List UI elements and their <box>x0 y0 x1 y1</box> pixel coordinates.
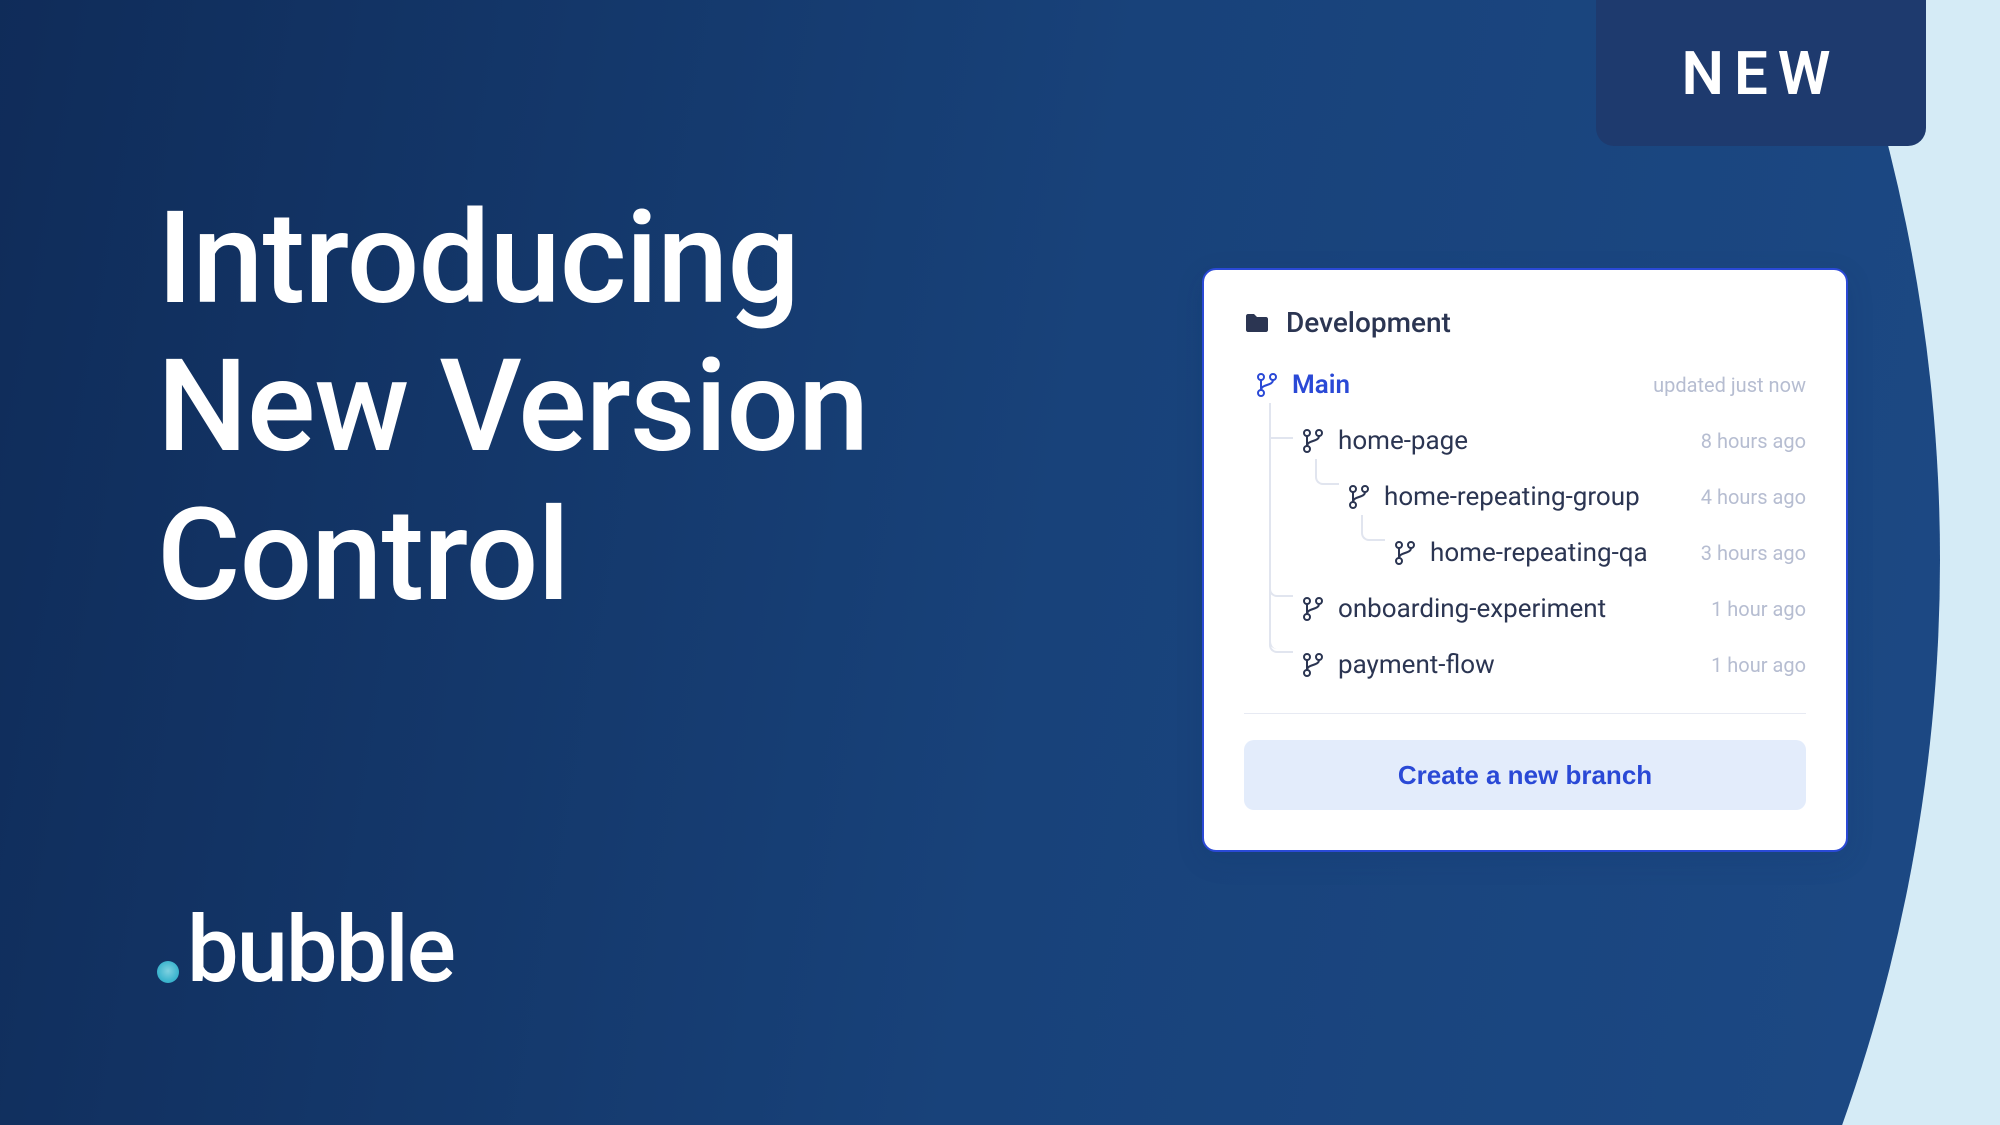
panel-header: Development <box>1244 306 1806 339</box>
brand-logo: bubble <box>157 905 454 997</box>
brand-name: bubble <box>187 905 454 997</box>
branch-icon <box>1302 652 1324 678</box>
divider <box>1244 713 1806 714</box>
branch-icon <box>1256 372 1278 398</box>
branch-name: payment-flow <box>1338 650 1495 680</box>
branch-icon <box>1302 596 1324 622</box>
branch-row-main[interactable]: Main updated just now <box>1244 357 1806 413</box>
branch-name: home-repeating-group <box>1384 482 1640 512</box>
branch-name: home-page <box>1338 426 1468 456</box>
branch-name: home-repeating-qa <box>1430 538 1648 568</box>
branch-row[interactable]: payment-flow 1 hour ago <box>1244 637 1806 693</box>
headline-line-3: Control <box>157 482 868 630</box>
new-badge-text: NEW <box>1682 38 1841 109</box>
headline: Introducing New Version Control <box>157 185 868 630</box>
create-branch-button[interactable]: Create a new branch <box>1244 740 1806 810</box>
headline-line-1: Introducing <box>157 185 868 333</box>
branch-name: Main <box>1292 370 1350 400</box>
version-control-panel: Development Main updated just now <box>1202 268 1848 852</box>
tree-connector <box>1269 403 1293 649</box>
tree-connector <box>1361 515 1385 541</box>
branch-name: onboarding-experiment <box>1338 594 1606 624</box>
branch-row[interactable]: home-repeating-qa 3 hours ago <box>1244 525 1806 581</box>
new-badge: NEW <box>1596 0 1926 146</box>
branch-icon <box>1302 428 1324 454</box>
promo-stage: Introducing New Version Control bubble N… <box>0 0 2000 1125</box>
branch-timestamp: 1 hour ago <box>1711 597 1806 621</box>
branch-timestamp: 8 hours ago <box>1701 429 1806 453</box>
create-branch-label: Create a new branch <box>1398 760 1652 790</box>
branch-timestamp: 4 hours ago <box>1701 485 1806 509</box>
branch-tree: Main updated just now home-page 8 hours … <box>1244 357 1806 693</box>
branch-timestamp: updated just now <box>1653 373 1806 397</box>
branch-row[interactable]: onboarding-experiment 1 hour ago <box>1244 581 1806 637</box>
branch-icon <box>1348 484 1370 510</box>
logo-dot-icon <box>157 961 179 983</box>
branch-timestamp: 1 hour ago <box>1711 653 1806 677</box>
headline-line-2: New Version <box>157 333 868 481</box>
tree-connector <box>1269 571 1293 597</box>
panel-heading: Development <box>1286 306 1451 339</box>
branch-timestamp: 3 hours ago <box>1701 541 1806 565</box>
tree-connector <box>1315 459 1339 485</box>
tree-connector <box>1269 437 1293 439</box>
branch-icon <box>1394 540 1416 566</box>
folder-icon <box>1244 312 1270 334</box>
tree-connector <box>1269 627 1293 653</box>
